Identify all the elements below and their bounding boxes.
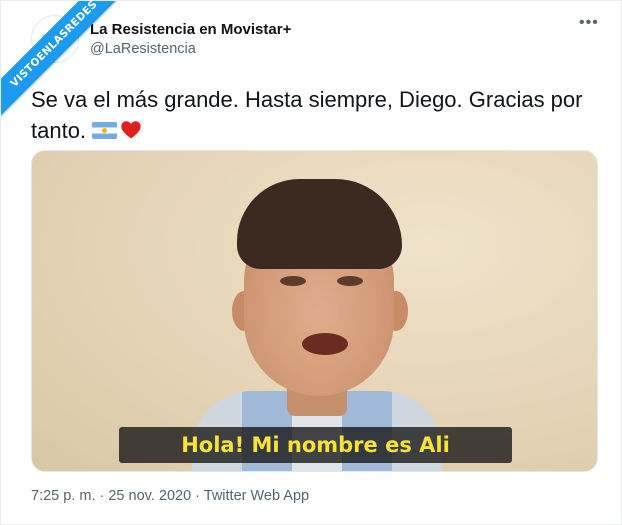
red-heart-icon [121, 121, 141, 139]
watermark-ribbon: VISTOENLASREDES [1, 1, 121, 121]
flag-argentina-icon [92, 122, 118, 139]
watermark-ribbon-label: VISTOENLASREDES [1, 1, 121, 121]
tweet-timestamp[interactable]: 7:25 p. m. · 25 nov. 2020 · Twitter Web … [31, 488, 309, 504]
tweet-card: VISTOENLASREDES La Resistencia en Movist… [0, 0, 622, 525]
video-player[interactable]: Hola! Mi nombre es Ali [31, 150, 598, 472]
more-options-icon[interactable]: ••• [579, 15, 599, 31]
video-subtitle: Hola! Mi nombre es Ali [181, 433, 450, 457]
